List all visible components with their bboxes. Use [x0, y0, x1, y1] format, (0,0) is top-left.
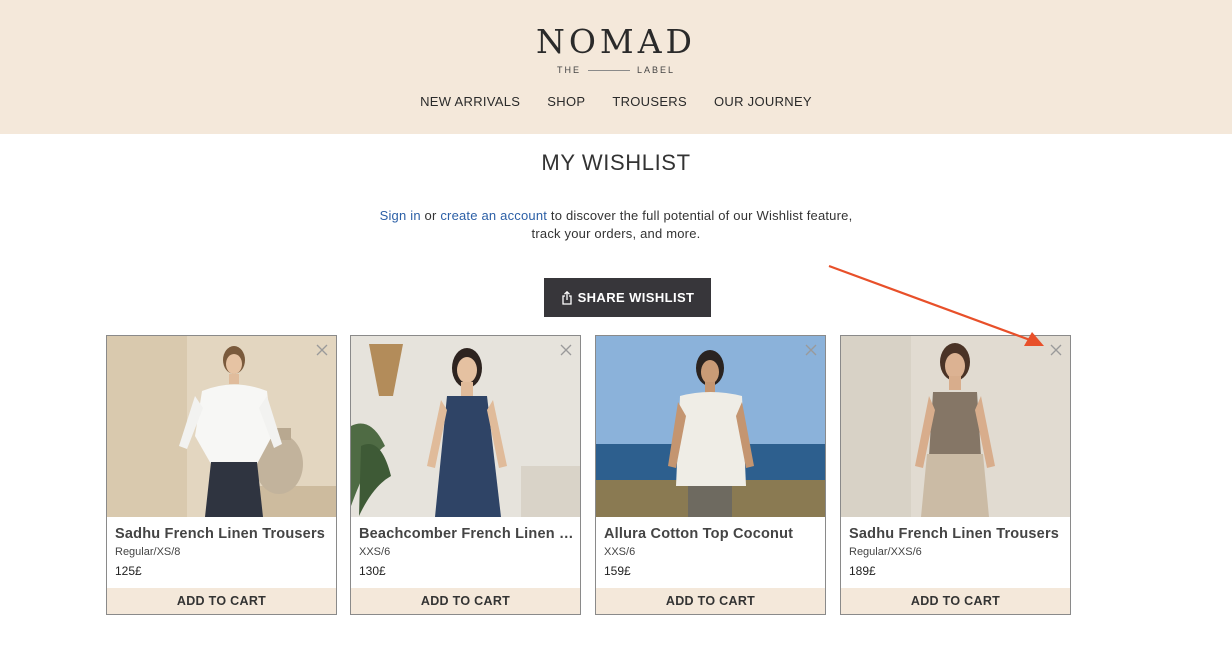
add-to-cart-button[interactable]: ADD TO CART [841, 588, 1070, 614]
logo-tagline: THE LABEL [0, 65, 1232, 75]
wishlist-card: Sadhu French Linen Trousers Regular/XXS/… [840, 335, 1071, 615]
brand-logo[interactable]: NOMAD THE LABEL [0, 22, 1232, 75]
share-wishlist-label: SHARE WISHLIST [577, 290, 695, 305]
add-to-cart-button[interactable]: ADD TO CART [107, 588, 336, 614]
create-account-link[interactable]: create an account [440, 208, 547, 223]
info-or: or [420, 208, 441, 223]
product-variant: Regular/XS/8 [115, 546, 181, 558]
nav-trousers[interactable]: TROUSERS [612, 94, 687, 109]
share-wishlist-button[interactable]: SHARE WISHLIST [544, 278, 711, 317]
info-rest-1: to discover the full potential of our Wi… [547, 208, 853, 223]
info-line-2: track your orders, and more. [531, 226, 701, 241]
product-variant: XXS/6 [359, 546, 391, 558]
site-header: NOMAD THE LABEL NEW ARRIVALS SHOP TROUSE… [0, 0, 1232, 134]
nav-our-journey[interactable]: OUR JOURNEY [714, 94, 812, 109]
wishlist-info-text: Sign in or create an account to discover… [0, 207, 1232, 243]
remove-item-icon[interactable] [804, 343, 818, 357]
product-image[interactable] [351, 336, 580, 517]
logo-tagline-left: THE [556, 65, 581, 75]
product-name[interactable]: Allura Cotton Top Coconut [604, 526, 819, 542]
wishlist-card: Beachcomber French Linen Dress XXS/6 130… [350, 335, 581, 615]
remove-item-icon[interactable] [315, 343, 329, 357]
share-icon [561, 290, 573, 305]
page-title: MY WISHLIST [541, 150, 691, 175]
add-to-cart-button[interactable]: ADD TO CART [351, 588, 580, 614]
main-nav: NEW ARRIVALS SHOP TROUSERS OUR JOURNEY [0, 94, 1232, 109]
product-image[interactable] [841, 336, 1070, 517]
product-price: 159£ [604, 564, 631, 578]
wishlist-card: Allura Cotton Top Coconut XXS/6 159£ ADD… [595, 335, 826, 615]
remove-item-icon[interactable] [1049, 343, 1063, 357]
info-line-1: Sign in or create an account to discover… [0, 207, 1232, 225]
product-name[interactable]: Beachcomber French Linen Dress [359, 526, 574, 542]
logo-tagline-right: LABEL [636, 65, 676, 75]
product-variant: Regular/XXS/6 [849, 546, 922, 558]
product-variant: XXS/6 [604, 546, 636, 558]
product-name[interactable]: Sadhu French Linen Trousers [849, 526, 1064, 542]
logo-divider [587, 69, 630, 71]
nav-new-arrivals[interactable]: NEW ARRIVALS [420, 94, 520, 109]
product-image[interactable] [107, 336, 336, 517]
nav-shop[interactable]: SHOP [547, 94, 585, 109]
remove-item-icon[interactable] [559, 343, 573, 357]
product-image[interactable] [596, 336, 825, 517]
logo-wordmark: NOMAD [535, 22, 696, 61]
sign-in-link[interactable]: Sign in [380, 208, 421, 223]
product-price: 130£ [359, 564, 386, 578]
product-price: 189£ [849, 564, 876, 578]
wishlist-card: Sadhu French Linen Trousers Regular/XS/8… [106, 335, 337, 615]
add-to-cart-button[interactable]: ADD TO CART [596, 588, 825, 614]
product-price: 125£ [115, 564, 142, 578]
product-name[interactable]: Sadhu French Linen Trousers [115, 526, 330, 542]
